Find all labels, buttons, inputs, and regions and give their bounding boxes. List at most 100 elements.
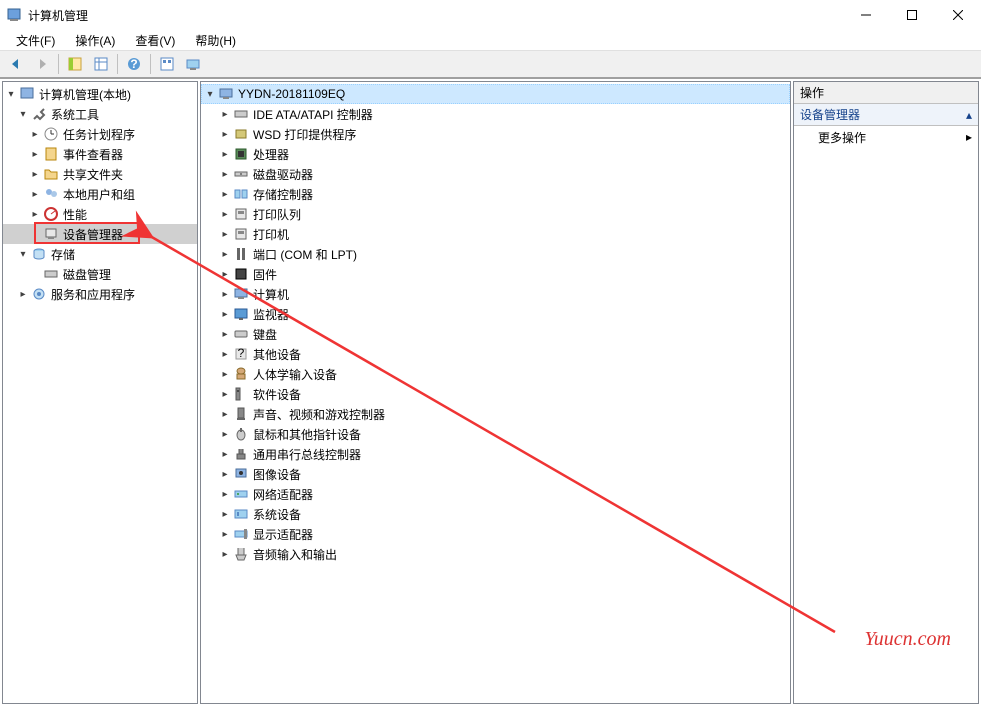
device-root[interactable]: ▾ YYDN-20181109EQ [201, 84, 790, 104]
device-category[interactable]: ▸监视器 [201, 304, 790, 324]
device-category[interactable]: ▸打印队列 [201, 204, 790, 224]
actions-section[interactable]: 设备管理器 ▴ [794, 104, 978, 126]
expander-icon[interactable]: ▸ [217, 249, 233, 260]
expander-icon[interactable]: ▸ [217, 209, 233, 220]
expander-spacer: ▸ [27, 269, 43, 280]
expander-icon[interactable]: ▸ [217, 309, 233, 320]
device-category[interactable]: ▸ 显示适配器 [201, 524, 790, 544]
computer-mgmt-icon [19, 86, 35, 102]
expander-icon[interactable]: ▸ [27, 209, 43, 220]
expander-icon[interactable]: ▸ [15, 289, 31, 300]
device-category[interactable]: ▸人体学输入设备 [201, 364, 790, 384]
menu-action[interactable]: 操作(A) [67, 30, 123, 51]
expander-icon[interactable]: ▸ [217, 329, 233, 340]
device-category-icon [233, 206, 249, 222]
expander-icon[interactable]: ▸ [217, 509, 233, 520]
expander-icon[interactable]: ▾ [15, 109, 31, 120]
device-category[interactable]: ▸固件 [201, 264, 790, 284]
expander-icon[interactable]: ▸ [27, 169, 43, 180]
tree-disk-management[interactable]: ▸ 磁盘管理 [3, 264, 197, 284]
menu-file[interactable]: 文件(F) [8, 30, 63, 51]
device-category[interactable]: ▸鼠标和其他指针设备 [201, 424, 790, 444]
expander-icon[interactable]: ▾ [15, 249, 31, 260]
tree-local-users[interactable]: ▸ 本地用户和组 [3, 184, 197, 204]
tree-performance[interactable]: ▸ 性能 [3, 204, 197, 224]
menu-help[interactable]: 帮助(H) [187, 30, 244, 51]
show-hide-tree-button[interactable] [63, 52, 87, 76]
device-category[interactable]: ▸打印机 [201, 224, 790, 244]
expander-icon[interactable]: ▸ [217, 269, 233, 280]
device-category-icon [233, 466, 249, 482]
device-category[interactable]: ▸磁盘驱动器 [201, 164, 790, 184]
expander-icon[interactable]: ▸ [217, 169, 233, 180]
scan-hardware-button[interactable] [181, 52, 205, 76]
maximize-button[interactable] [889, 0, 935, 30]
actions-more[interactable]: 更多操作 ▸ [794, 126, 978, 148]
device-category[interactable]: ▸键盘 [201, 324, 790, 344]
tree-task-scheduler[interactable]: ▸ 任务计划程序 [3, 124, 197, 144]
expander-icon[interactable]: ▸ [27, 149, 43, 160]
device-category[interactable]: ▸处理器 [201, 144, 790, 164]
expander-icon[interactable]: ▸ [217, 429, 233, 440]
device-category[interactable]: ▸?其他设备 [201, 344, 790, 364]
device-category[interactable]: ▸软件设备 [201, 384, 790, 404]
help-button[interactable]: ? [122, 52, 146, 76]
device-category[interactable]: ▸系统设备 [201, 504, 790, 524]
forward-button[interactable] [30, 52, 54, 76]
expander-icon[interactable]: ▸ [217, 449, 233, 460]
tree-label: 性能 [63, 206, 87, 223]
properties-button[interactable] [89, 52, 113, 76]
close-button[interactable] [935, 0, 981, 30]
device-category-label: 网络适配器 [253, 486, 313, 503]
tree-label: 磁盘管理 [63, 266, 111, 283]
tree-device-manager[interactable]: ▸ 设备管理器 [3, 224, 197, 244]
expander-icon[interactable]: ▸ [217, 409, 233, 420]
device-category[interactable]: ▸端口 (COM 和 LPT) [201, 244, 790, 264]
minimize-button[interactable] [843, 0, 889, 30]
device-category[interactable]: ▸图像设备 [201, 464, 790, 484]
device-category-label: 显示适配器 [253, 526, 313, 543]
expander-icon[interactable]: ▸ [217, 369, 233, 380]
expander-icon[interactable]: ▸ [217, 349, 233, 360]
expander-icon[interactable]: ▸ [217, 389, 233, 400]
device-category[interactable]: ▸IDE ATA/ATAPI 控制器 [201, 104, 790, 124]
tree-label: 计算机管理(本地) [39, 86, 131, 103]
expander-icon[interactable]: ▸ [217, 549, 233, 560]
expander-icon[interactable]: ▾ [202, 89, 218, 100]
expander-icon[interactable]: ▸ [217, 149, 233, 160]
view-devices-button[interactable] [155, 52, 179, 76]
expander-icon[interactable]: ▸ [217, 289, 233, 300]
content-area: ▾ 计算机管理(本地) ▾ 系统工具 ▸ 任务计划程序 ▸ 事件查看器 ▸ [0, 78, 981, 706]
device-category[interactable]: ▸WSD 打印提供程序 [201, 124, 790, 144]
device-category[interactable]: ▸计算机 [201, 284, 790, 304]
device-category-icon [233, 326, 249, 342]
back-button[interactable] [4, 52, 28, 76]
tree-event-viewer[interactable]: ▸ 事件查看器 [3, 144, 197, 164]
menu-view[interactable]: 查看(V) [127, 30, 183, 51]
expander-icon[interactable]: ▸ [217, 129, 233, 140]
tree-services-apps[interactable]: ▸ 服务和应用程序 [3, 284, 197, 304]
device-category-label: 音频输入和输出 [253, 546, 337, 563]
collapse-icon: ▴ [966, 108, 972, 122]
expander-icon[interactable]: ▾ [3, 89, 19, 100]
tree-storage[interactable]: ▾ 存储 [3, 244, 197, 264]
expander-icon[interactable]: ▸ [217, 109, 233, 120]
device-category[interactable]: ▸声音、视频和游戏控制器 [201, 404, 790, 424]
toolbar-separator [117, 54, 118, 74]
device-category[interactable]: ▸通用串行总线控制器 [201, 444, 790, 464]
device-category[interactable]: ▸ 网络适配器 [201, 484, 790, 504]
storage-icon [31, 246, 47, 262]
device-category[interactable]: ▸ 音频输入和输出 [201, 544, 790, 564]
expander-icon[interactable]: ▸ [217, 489, 233, 500]
expander-icon[interactable]: ▸ [217, 189, 233, 200]
expander-icon[interactable]: ▸ [27, 129, 43, 140]
device-category[interactable]: ▸存储控制器 [201, 184, 790, 204]
expander-icon[interactable]: ▸ [217, 469, 233, 480]
tree-shared-folders[interactable]: ▸ 共享文件夹 [3, 164, 197, 184]
tree-system-tools[interactable]: ▾ 系统工具 [3, 104, 197, 124]
expander-icon[interactable]: ▸ [217, 529, 233, 540]
device-category-icon [233, 366, 249, 382]
expander-icon[interactable]: ▸ [27, 189, 43, 200]
tree-root[interactable]: ▾ 计算机管理(本地) [3, 84, 197, 104]
expander-icon[interactable]: ▸ [217, 229, 233, 240]
